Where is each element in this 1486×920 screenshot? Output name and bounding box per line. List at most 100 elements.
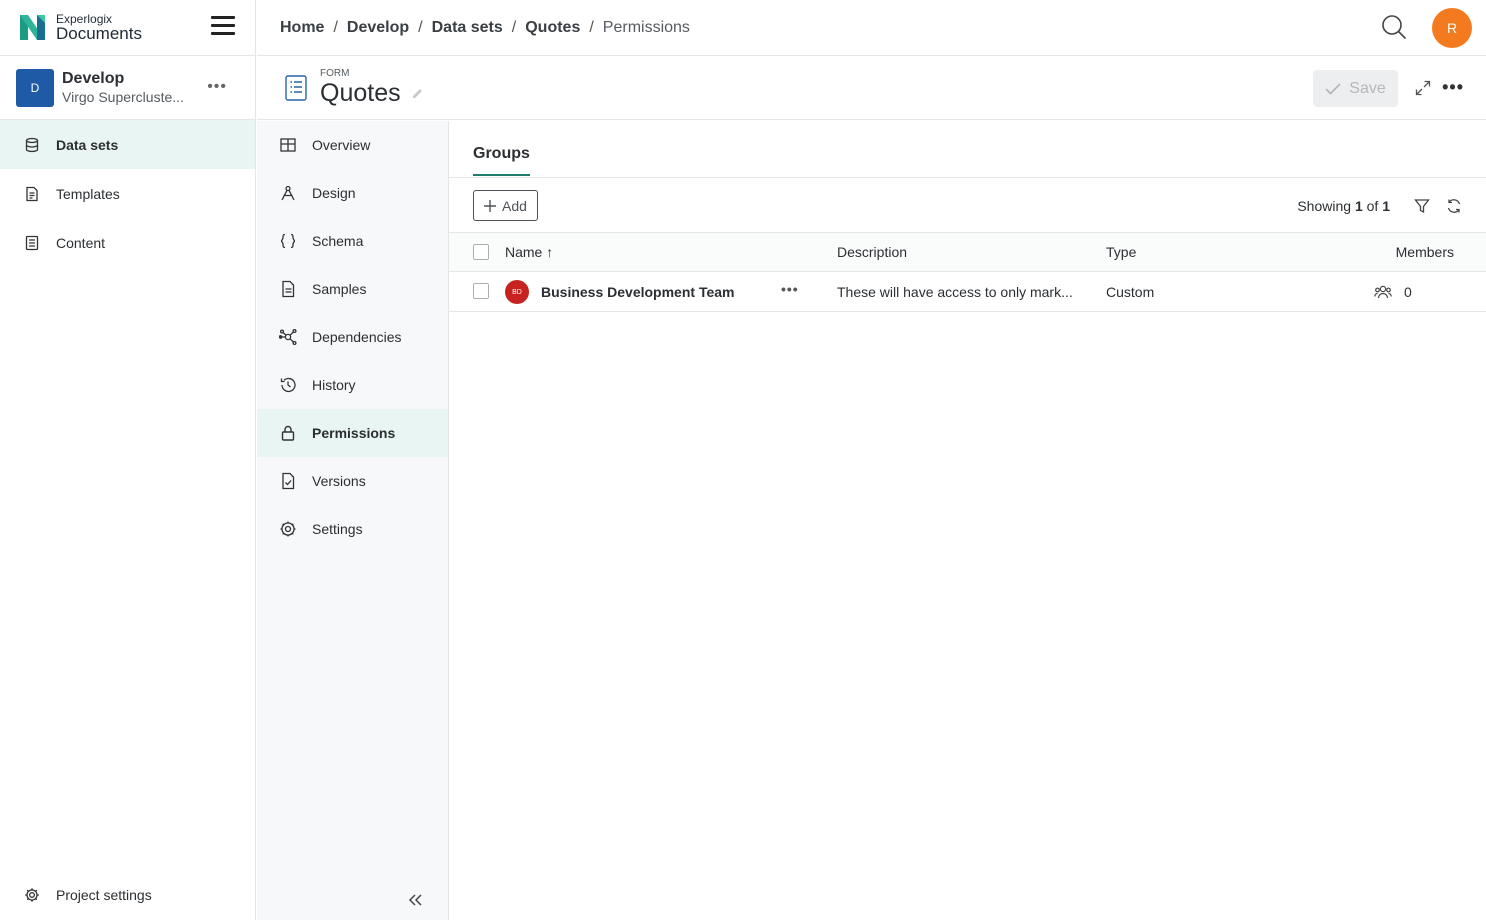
subnav-item-label: Settings	[312, 521, 363, 537]
project-title: Develop	[62, 69, 125, 87]
row-checkbox[interactable]	[473, 283, 489, 299]
sidebar-item-content[interactable]: Content	[0, 218, 255, 267]
showing-current: 1	[1354, 198, 1363, 214]
add-button[interactable]: Add	[473, 190, 538, 221]
tab-groups[interactable]: Groups	[473, 145, 530, 176]
table-header: Name ↑ Description Type Members	[449, 233, 1486, 272]
breadcrumb-separator: /	[589, 18, 594, 36]
showing-prefix: Showing	[1297, 198, 1352, 214]
breadcrumb-quotes[interactable]: Quotes	[525, 19, 580, 37]
check-icon	[1325, 82, 1341, 95]
breadcrumb-separator: /	[511, 18, 517, 36]
members-count: 0	[1404, 284, 1412, 300]
breadcrumb-separator: /	[333, 18, 338, 36]
gear-icon	[279, 520, 297, 538]
brand-text: Experlogix Documents	[56, 13, 142, 42]
project-badge: D	[16, 68, 54, 107]
breadcrumb-data-sets[interactable]: Data sets	[432, 19, 503, 37]
subnav-item-label: Samples	[312, 281, 367, 297]
dependencies-icon	[279, 328, 297, 346]
hamburger-menu-icon[interactable]	[211, 16, 235, 38]
showing-count: Showing 1 of 1	[1297, 198, 1390, 214]
gear-icon	[24, 887, 40, 903]
filter-icon[interactable]	[1414, 198, 1430, 214]
column-name-label: Name	[505, 244, 543, 260]
history-icon	[279, 376, 297, 394]
subnav-item-samples[interactable]: Samples	[257, 265, 448, 313]
subnav-item-label: Dependencies	[312, 329, 402, 345]
table-toolbar: Add Showing 1 of 1	[449, 178, 1486, 233]
subnav-item-schema[interactable]: Schema	[257, 217, 448, 265]
group-description: These will have access to only mark...	[837, 284, 1073, 300]
collapse-double-chevron-icon[interactable]	[407, 892, 423, 908]
sidebar-item-label: Content	[56, 234, 106, 251]
overview-icon	[279, 136, 297, 154]
form-subnav: Overview Design Schema Samples Dependenc…	[257, 121, 449, 920]
expand-icon[interactable]	[1415, 80, 1431, 96]
sort-arrow-up-icon: ↑	[546, 244, 554, 260]
more-options-icon[interactable]: •••	[1442, 77, 1464, 98]
project-subtitle: Virgo Supercluste...	[62, 88, 184, 105]
sidebar-item-data-sets[interactable]: Data sets	[0, 120, 255, 169]
subnav-item-versions[interactable]: Versions	[257, 457, 448, 505]
group-name[interactable]: Business Development Team	[541, 284, 734, 300]
breadcrumb-home[interactable]: Home	[280, 19, 324, 37]
subnav-item-label: Permissions	[312, 425, 396, 441]
table-row[interactable]: BD Business Development Team ••• These w…	[449, 272, 1486, 312]
select-all-checkbox[interactable]	[473, 244, 489, 260]
sidebar-item-templates[interactable]: Templates	[0, 169, 255, 218]
design-icon	[279, 184, 297, 202]
column-name-header[interactable]: Name ↑	[505, 244, 553, 260]
showing-of: of	[1366, 198, 1379, 214]
subnav-item-dependencies[interactable]: Dependencies	[257, 313, 448, 361]
experlogix-logo-icon	[20, 15, 45, 40]
brand: Experlogix Documents	[0, 0, 255, 56]
form-title: Quotes	[320, 79, 401, 107]
plus-icon	[484, 199, 497, 212]
brand-name-bottom: Documents	[56, 24, 142, 43]
lock-icon	[279, 424, 297, 442]
group-type: Custom	[1106, 284, 1155, 300]
project-settings-link[interactable]: Project settings	[0, 870, 256, 920]
subnav-item-label: Schema	[312, 233, 364, 249]
showing-total: 1	[1382, 198, 1390, 214]
pencil-icon[interactable]	[411, 86, 425, 100]
column-type-header[interactable]: Type	[1106, 244, 1136, 260]
column-members-header[interactable]: Members	[1396, 244, 1454, 260]
subnav-item-label: History	[312, 377, 356, 393]
sidebar: Experlogix Documents D Develop Virgo Sup…	[0, 0, 256, 920]
form-header: FORM Quotes Save •••	[257, 57, 1486, 120]
subnav-item-history[interactable]: History	[257, 361, 448, 409]
template-icon	[24, 186, 40, 202]
subnav-item-settings[interactable]: Settings	[257, 505, 448, 553]
form-type-label: FORM	[320, 68, 350, 79]
save-label: Save	[1349, 79, 1386, 97]
top-bar: Home / Develop / Data sets / Quotes / Pe…	[257, 0, 1486, 56]
sidebar-item-label: Data sets	[56, 136, 119, 153]
versions-icon	[279, 472, 297, 490]
content-icon	[24, 235, 40, 251]
subnav-item-permissions[interactable]: Permissions	[257, 409, 448, 457]
project-switcher[interactable]: D Develop Virgo Supercluste... •••	[0, 56, 255, 120]
schema-icon	[279, 232, 297, 250]
save-button[interactable]: Save	[1313, 70, 1398, 107]
form-icon	[285, 75, 307, 101]
refresh-icon[interactable]	[1446, 198, 1462, 214]
breadcrumb-permissions: Permissions	[602, 18, 690, 36]
samples-icon	[279, 280, 297, 298]
breadcrumb-separator: /	[418, 18, 423, 36]
sidebar-item-label: Templates	[56, 185, 120, 202]
database-icon	[24, 137, 40, 153]
search-icon[interactable]	[1380, 13, 1408, 41]
subnav-item-label: Overview	[312, 137, 371, 153]
group-avatar: BD	[505, 280, 529, 304]
subnav-item-label: Versions	[312, 473, 366, 489]
project-more-icon[interactable]: •••	[207, 78, 227, 96]
row-more-icon[interactable]: •••	[781, 281, 799, 297]
subnav-item-overview[interactable]: Overview	[257, 121, 448, 169]
subnav-item-design[interactable]: Design	[257, 169, 448, 217]
user-avatar[interactable]: R	[1432, 8, 1472, 48]
column-description-header[interactable]: Description	[837, 244, 907, 260]
members-icon	[1374, 285, 1392, 299]
breadcrumb-develop[interactable]: Develop	[347, 19, 409, 37]
